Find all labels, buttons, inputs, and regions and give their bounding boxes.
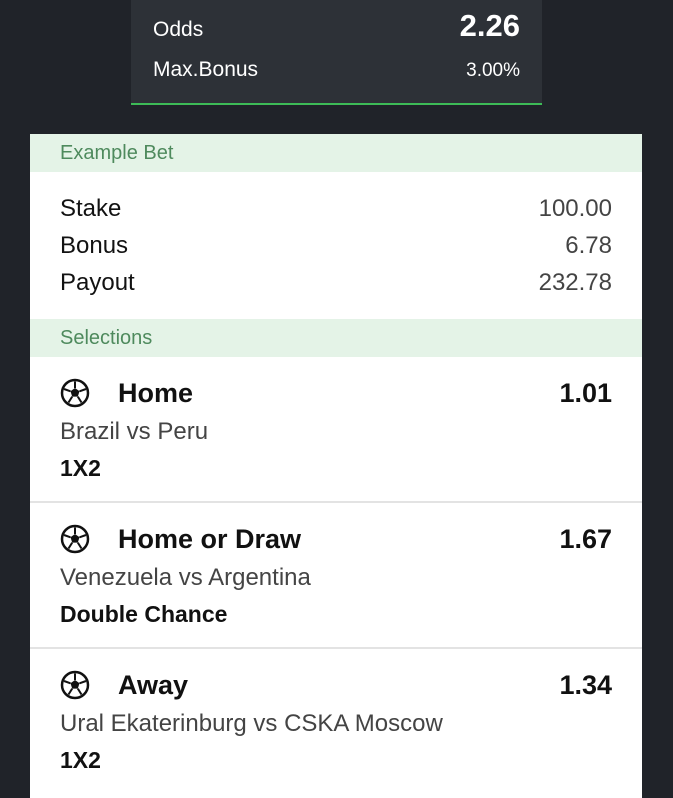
- example-bet-info: Stake 100.00 Bonus 6.78 Payout 232.78: [30, 172, 642, 319]
- selection-match: Brazil vs Peru: [60, 418, 209, 445]
- selection-odds: 1.01: [559, 378, 612, 408]
- odds-summary: Odds 2.26 Max.Bonus 3.00%: [131, 0, 542, 105]
- selection-market: 1X2: [60, 455, 101, 481]
- soccer-ball-icon: [60, 378, 90, 408]
- selection-item[interactable]: Away 1.34 Ural Ekaterinburg vs CSKA Mosc…: [30, 649, 642, 795]
- odds-label: Odds: [153, 18, 204, 41]
- bonus-label: Bonus: [60, 232, 129, 259]
- selection-match: Ural Ekaterinburg vs CSKA Moscow: [60, 710, 443, 737]
- selection-match: Venezuela vs Argentina: [60, 564, 311, 591]
- selections-list: Home 1.01 Brazil vs Peru 1X2 Home or Dra…: [30, 357, 642, 795]
- soccer-ball-icon: [60, 524, 90, 554]
- max-bonus-value: 3.00%: [466, 60, 520, 81]
- selection-pick: Away: [118, 669, 189, 700]
- selections-header: Selections: [30, 319, 642, 357]
- selection-item[interactable]: Home 1.01 Brazil vs Peru 1X2: [30, 357, 642, 503]
- selection-item[interactable]: Home or Draw 1.67 Venezuela vs Argentina…: [30, 503, 642, 649]
- payout-value: 232.78: [538, 269, 612, 296]
- max-bonus-label: Max.Bonus: [153, 58, 259, 81]
- selection-market: Double Chance: [60, 601, 228, 627]
- stake-row: Stake 100.00: [60, 194, 612, 231]
- selection-pick: Home or Draw: [118, 523, 302, 554]
- bonus-row: Bonus 6.78: [60, 231, 612, 268]
- selection-odds: 1.67: [559, 524, 612, 554]
- soccer-ball-icon: [60, 670, 90, 700]
- payout-label: Payout: [60, 269, 135, 296]
- bet-details-page: Odds 2.26 Max.Bonus 3.00% Example Bet St…: [0, 0, 673, 798]
- odds-row: Odds 2.26: [153, 8, 520, 44]
- stake-value: 100.00: [538, 195, 612, 222]
- odds-value: 2.26: [459, 8, 520, 43]
- bet-card: Example Bet Stake 100.00 Bonus 6.78 Payo…: [30, 134, 642, 798]
- max-bonus-row: Max.Bonus 3.00%: [153, 58, 520, 82]
- example-bet-header: Example Bet: [30, 134, 642, 172]
- stake-label: Stake: [60, 195, 122, 222]
- payout-row: Payout 232.78: [60, 268, 612, 305]
- selection-pick: Home: [118, 377, 194, 408]
- selection-market: 1X2: [60, 747, 101, 773]
- selection-odds: 1.34: [559, 670, 612, 700]
- bonus-value: 6.78: [565, 232, 612, 259]
